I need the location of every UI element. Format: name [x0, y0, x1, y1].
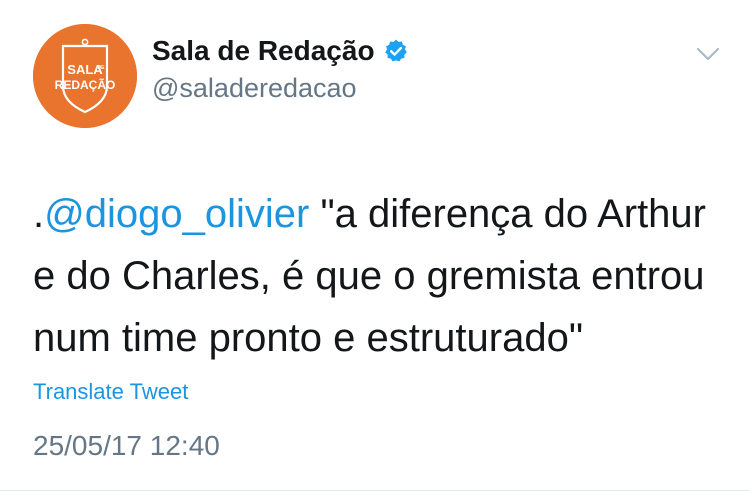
tweet-text-line-3: num time pronto e estruturado": [33, 316, 584, 360]
display-name[interactable]: Sala de Redação: [152, 37, 375, 65]
verified-badge-icon: [383, 38, 409, 64]
tweet-text-line-1: .@diogo_olivier "a diferença do Arthur: [33, 183, 733, 245]
mention-link[interactable]: @diogo_olivier: [44, 192, 309, 236]
tweet-prefix: .: [33, 192, 45, 236]
avatar-logo-connector: DE: [98, 65, 106, 71]
tweet-text-line-1-rest: "a diferença do Arthur: [309, 192, 706, 236]
account-name-row: Sala de Redação: [152, 37, 409, 65]
account-handle[interactable]: @saladeredacao: [152, 75, 357, 102]
translate-tweet-link[interactable]: Translate Tweet: [33, 381, 188, 403]
avatar[interactable]: SALA DE REDAÇÃO: [33, 24, 137, 128]
tweet-text-line-2: e do Charles, é que o gremista entrou: [33, 254, 705, 298]
avatar-logo: SALA DE REDAÇÃO: [33, 24, 137, 128]
avatar-logo-line2: REDAÇÃO: [55, 77, 116, 92]
tweet-timestamp[interactable]: 25/05/17 12:40: [33, 432, 220, 460]
chevron-down-icon[interactable]: [694, 44, 722, 64]
divider: [0, 490, 749, 491]
tweet-text: .@diogo_olivier "a diferença do Arthur e…: [33, 183, 733, 369]
tweet-card: SALA DE REDAÇÃO Sala de Redação @salader…: [0, 0, 749, 497]
